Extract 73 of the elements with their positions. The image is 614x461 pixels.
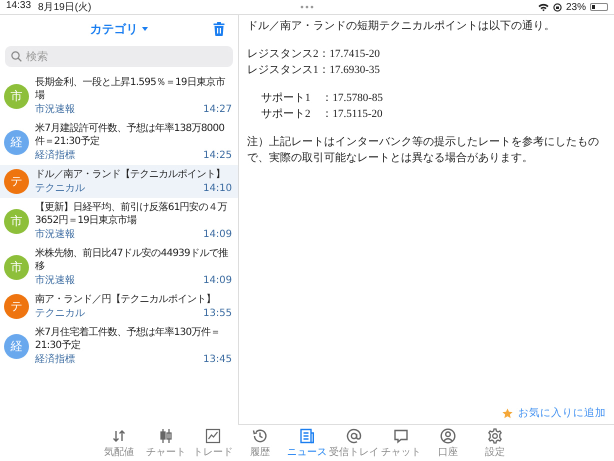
article-text: サポート1 ：17.5780-85 <box>261 91 384 106</box>
news-headline: 米7月建設許可件数、予想は年率138万8000件＝21:30予定 <box>35 122 226 148</box>
article-text: レジスタンス1：17.6930-35 <box>247 63 381 78</box>
newspaper-icon <box>299 428 315 444</box>
news-time: 14:27 <box>203 104 232 116</box>
news-item[interactable]: テ ドル／南ア・ランド【テクニカルポイント】 テクニカル 14:10 <box>0 165 238 198</box>
tab-bar-item[interactable]: トレード <box>190 425 236 461</box>
tab-bar-item[interactable]: ニュース <box>284 425 330 461</box>
news-headline: 長期金利、一段と上昇1.595％＝19日東京市場 <box>35 76 226 102</box>
news-category: 市況速報 <box>35 229 75 241</box>
user-circle-icon <box>440 428 456 444</box>
tab-bar-item[interactable]: 気配値 <box>96 425 142 461</box>
news-category: 経済指標 <box>35 150 75 162</box>
news-item[interactable]: 市 米株先物、前日比47ドル安の44939ドルで推移 市況速報 14:09 <box>0 244 238 290</box>
trash-icon[interactable] <box>213 22 225 36</box>
category-avatar: 市 <box>4 208 29 234</box>
status-date: 8月19日(火) <box>38 0 92 14</box>
line-chart-icon <box>205 428 221 444</box>
news-item[interactable]: 経 米7月住宅着工件数、予想は年率130万件＝21:30予定 経済指標 13:45 <box>0 323 238 369</box>
news-category: 市況速報 <box>35 275 75 287</box>
news-item[interactable]: 経 米7月建設許可件数、予想は年率138万8000件＝21:30予定 経済指標 14:25 <box>0 119 238 165</box>
news-time: 14:09 <box>203 229 232 241</box>
more-dots-icon <box>300 5 314 9</box>
search-icon <box>11 51 22 62</box>
news-headline: 米株先物、前日比47ドル安の44939ドルで推移 <box>35 247 230 273</box>
status-time: 14:33 <box>6 0 32 13</box>
battery-icon <box>590 3 608 11</box>
tab-bar-item[interactable]: 口座 <box>424 425 472 461</box>
article-text: ドル／南ア・ランドの短期テクニカルポイントは以下の通り。 <box>247 18 556 34</box>
at-sign-icon <box>346 428 362 444</box>
up-down-arrows-icon <box>111 428 127 444</box>
category-avatar: 市 <box>4 254 29 280</box>
category-avatar: 市 <box>4 84 29 108</box>
tab-bar-item[interactable]: 受信トレイ <box>330 425 378 461</box>
news-headline: 南ア・ランド／円【テクニカルポイント】 <box>35 293 216 306</box>
wifi-icon <box>538 2 549 12</box>
tab-bar-item[interactable]: チャット <box>378 425 424 461</box>
news-time: 13:45 <box>203 354 232 366</box>
history-icon <box>252 428 268 444</box>
news-time: 14:25 <box>203 150 232 162</box>
category-avatar: テ <box>4 169 29 194</box>
news-time: 14:10 <box>203 183 232 195</box>
add-favorite-link[interactable]: お気に入りに追加 <box>502 406 606 420</box>
chat-bubble-icon <box>393 428 409 444</box>
candlestick-icon <box>158 428 174 444</box>
category-avatar: 経 <box>4 130 29 154</box>
category-avatar: 経 <box>4 334 29 358</box>
news-headline: 【更新】日経平均、前引け反落61円安の４万3652円＝19日東京市場 <box>35 201 228 227</box>
tab-bar-item[interactable]: 設定 <box>472 425 518 461</box>
article-text: レジスタンス2：17.7415-20 <box>247 47 381 62</box>
news-category: テクニカル <box>35 308 85 320</box>
orientation-lock-icon <box>552 2 562 12</box>
news-category: 市況速報 <box>35 104 75 116</box>
battery-percent: 23% <box>566 2 586 12</box>
article-text: 注）上記レートはインターバンク等の提示したレートを参考にしたもので、実際の取引可能なレートとは異なる場合があります。 <box>247 134 600 166</box>
news-time: 13:55 <box>203 308 232 320</box>
caret-icon <box>142 27 148 31</box>
tab-bar-item[interactable]: 履歴 <box>236 425 284 461</box>
settings-icon <box>487 428 503 444</box>
category-dropdown[interactable]: カテゴリ <box>90 20 148 38</box>
tab-bar-item[interactable]: チャート <box>142 425 190 461</box>
news-category: 経済指標 <box>35 354 75 366</box>
news-time: 14:09 <box>203 275 232 287</box>
news-item[interactable]: 市 長期金利、一段と上昇1.595％＝19日東京市場 市況速報 14:27 <box>0 73 238 119</box>
news-category: テクニカル <box>35 183 85 195</box>
news-headline: 米7月住宅着工件数、予想は年率130万件＝21:30予定 <box>35 326 221 352</box>
category-avatar: テ <box>4 294 29 319</box>
article-text: サポート2 ：17.5115-20 <box>261 107 384 122</box>
news-item[interactable]: テ 南ア・ランド／円【テクニカルポイント】 テクニカル 13:55 <box>0 290 238 323</box>
news-headline: ドル／南ア・ランド【テクニカルポイント】 <box>35 168 226 181</box>
news-item[interactable]: 市 【更新】日経平均、前引け反落61円安の４万3652円＝19日東京市場 市況速報 14:09 <box>0 198 238 244</box>
star-icon <box>502 408 513 418</box>
search-field[interactable]: 検索 <box>5 46 233 67</box>
